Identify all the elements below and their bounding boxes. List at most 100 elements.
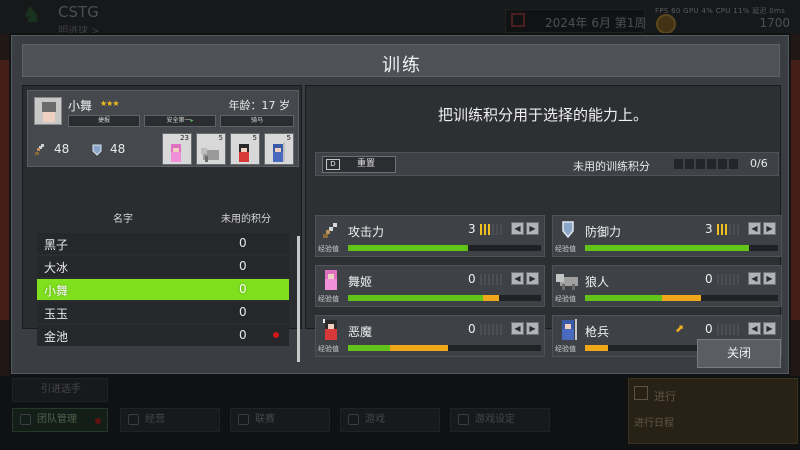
- exp-bar-fill: [348, 295, 484, 301]
- increase-button[interactable]: ▶: [526, 322, 539, 335]
- trait-tag[interactable]: 骑马: [220, 115, 294, 127]
- level-mark: [721, 224, 723, 235]
- exp-bar-fill: [348, 245, 468, 251]
- unit-count: 5: [252, 134, 257, 142]
- player-row-name: 黑子: [44, 238, 69, 252]
- level-mark: [500, 224, 502, 235]
- player-row[interactable]: 玉玉 0: [37, 302, 289, 323]
- level-mark: [484, 324, 486, 335]
- player-row-points: 0: [239, 282, 247, 296]
- level-marks: [480, 324, 506, 335]
- level-mark: [484, 274, 486, 285]
- training-panel: 把训练积分用于选择的能力上。 D 重置 未用的训练积分 0/6 经验值 攻击力: [305, 85, 782, 357]
- level-marks: [717, 224, 743, 235]
- decrease-button[interactable]: ◀: [511, 322, 524, 335]
- decrease-button[interactable]: ◀: [748, 322, 761, 335]
- skill-value: 0: [468, 272, 476, 286]
- spearman-unit-icon: [562, 319, 577, 340]
- exp-bar: [348, 295, 541, 301]
- exp-bar-bonus: [390, 345, 449, 351]
- increase-button[interactable]: ▶: [526, 222, 539, 235]
- list-scrollbar[interactable]: [297, 236, 300, 362]
- skill-value: 0: [468, 322, 476, 336]
- player-name: 小舞: [68, 99, 93, 113]
- player-row-selected[interactable]: 小舞 0: [37, 279, 289, 300]
- level-mark: [721, 274, 723, 285]
- skill-value: 3: [705, 222, 713, 236]
- level-mark: [488, 324, 490, 335]
- level-marks: [717, 274, 743, 285]
- decrease-button[interactable]: ◀: [748, 222, 761, 235]
- level-mark: [496, 324, 498, 335]
- wolf-unit-icon: [201, 148, 219, 162]
- exp-label: 经验值: [318, 345, 339, 353]
- player-row-points: 0: [239, 236, 247, 250]
- skill-wolf: 经验值 狼人 0 ◀ ▶: [552, 265, 782, 307]
- skill-value: 3: [468, 222, 476, 236]
- level-mark: [492, 224, 494, 235]
- level-mark: [492, 274, 494, 285]
- level-mark: [480, 324, 482, 335]
- increase-button[interactable]: ▶: [763, 222, 776, 235]
- dialog-title: 训练: [382, 55, 422, 76]
- decrease-button[interactable]: ◀: [511, 272, 524, 285]
- dancer-unit-card[interactable]: 23: [162, 133, 192, 165]
- point-slot: [718, 159, 727, 169]
- reset-button[interactable]: D 重置: [322, 156, 396, 173]
- player-age: 年龄：17 岁: [228, 99, 291, 112]
- alert-dot-icon: [273, 332, 279, 338]
- reset-bar: D 重置 未用的训练积分 0/6: [315, 152, 779, 176]
- level-mark: [721, 324, 723, 335]
- level-mark: [737, 324, 739, 335]
- column-header-name: 名字: [113, 214, 133, 225]
- unit-count: 23: [180, 134, 189, 142]
- level-marks: [717, 324, 743, 335]
- level-mark: [480, 274, 482, 285]
- player-row[interactable]: 金池 0: [37, 325, 289, 346]
- player-row[interactable]: 黑子 0: [37, 233, 289, 254]
- point-slot: [696, 159, 705, 169]
- level-mark: [500, 324, 502, 335]
- level-mark: [717, 274, 719, 285]
- star-rating: ★★★: [100, 99, 119, 108]
- hotkey-badge: D: [326, 159, 340, 170]
- level-mark: [725, 224, 727, 235]
- skill-demon: 经验值 恶魔 0 ◀ ▶: [315, 315, 545, 357]
- player-row[interactable]: 大冰 0: [37, 256, 289, 277]
- decrease-button[interactable]: ◀: [511, 222, 524, 235]
- level-mark: [480, 224, 482, 235]
- increase-button[interactable]: ▶: [763, 322, 776, 335]
- exp-bar-bonus: [662, 295, 701, 301]
- player-row-name: 玉玉: [44, 307, 69, 321]
- demon-unit-card[interactable]: 5: [230, 133, 260, 165]
- shield-icon: [92, 144, 102, 156]
- exp-bar-bonus: [585, 345, 609, 351]
- trait-tag-label: 安全第一: [166, 117, 191, 124]
- level-mark: [729, 224, 731, 235]
- sword-icon: [35, 144, 44, 155]
- skill-name: 攻击力: [348, 225, 385, 239]
- wolf-unit-card[interactable]: 5: [196, 133, 226, 165]
- wolf-unit-icon: [556, 274, 578, 290]
- exp-label: 经验值: [555, 245, 576, 253]
- shield-icon: [562, 221, 574, 239]
- level-mark: [733, 224, 735, 235]
- unused-points-count: 0/6: [750, 157, 768, 170]
- player-row-name: 小舞: [44, 284, 69, 298]
- unused-points-label: 未用的训练积分: [573, 160, 650, 173]
- decrease-button[interactable]: ◀: [748, 272, 761, 285]
- exp-label: 经验值: [318, 295, 339, 303]
- column-header-points: 未用的积分: [221, 214, 271, 225]
- level-mark: [733, 324, 735, 335]
- level-mark: [717, 224, 719, 235]
- close-button[interactable]: 关闭: [697, 339, 781, 368]
- trait-tag[interactable]: 安全第一▸: [144, 115, 216, 127]
- increase-button[interactable]: ▶: [526, 272, 539, 285]
- unit-count: 5: [286, 134, 291, 142]
- instruction-header: 把训练积分用于选择的能力上。: [306, 86, 780, 141]
- level-mark: [717, 324, 719, 335]
- spearman-unit-card[interactable]: 5: [264, 133, 294, 165]
- increase-button[interactable]: ▶: [763, 272, 776, 285]
- trait-tag[interactable]: 捷报: [68, 115, 140, 127]
- exp-bar-fill: [348, 345, 391, 351]
